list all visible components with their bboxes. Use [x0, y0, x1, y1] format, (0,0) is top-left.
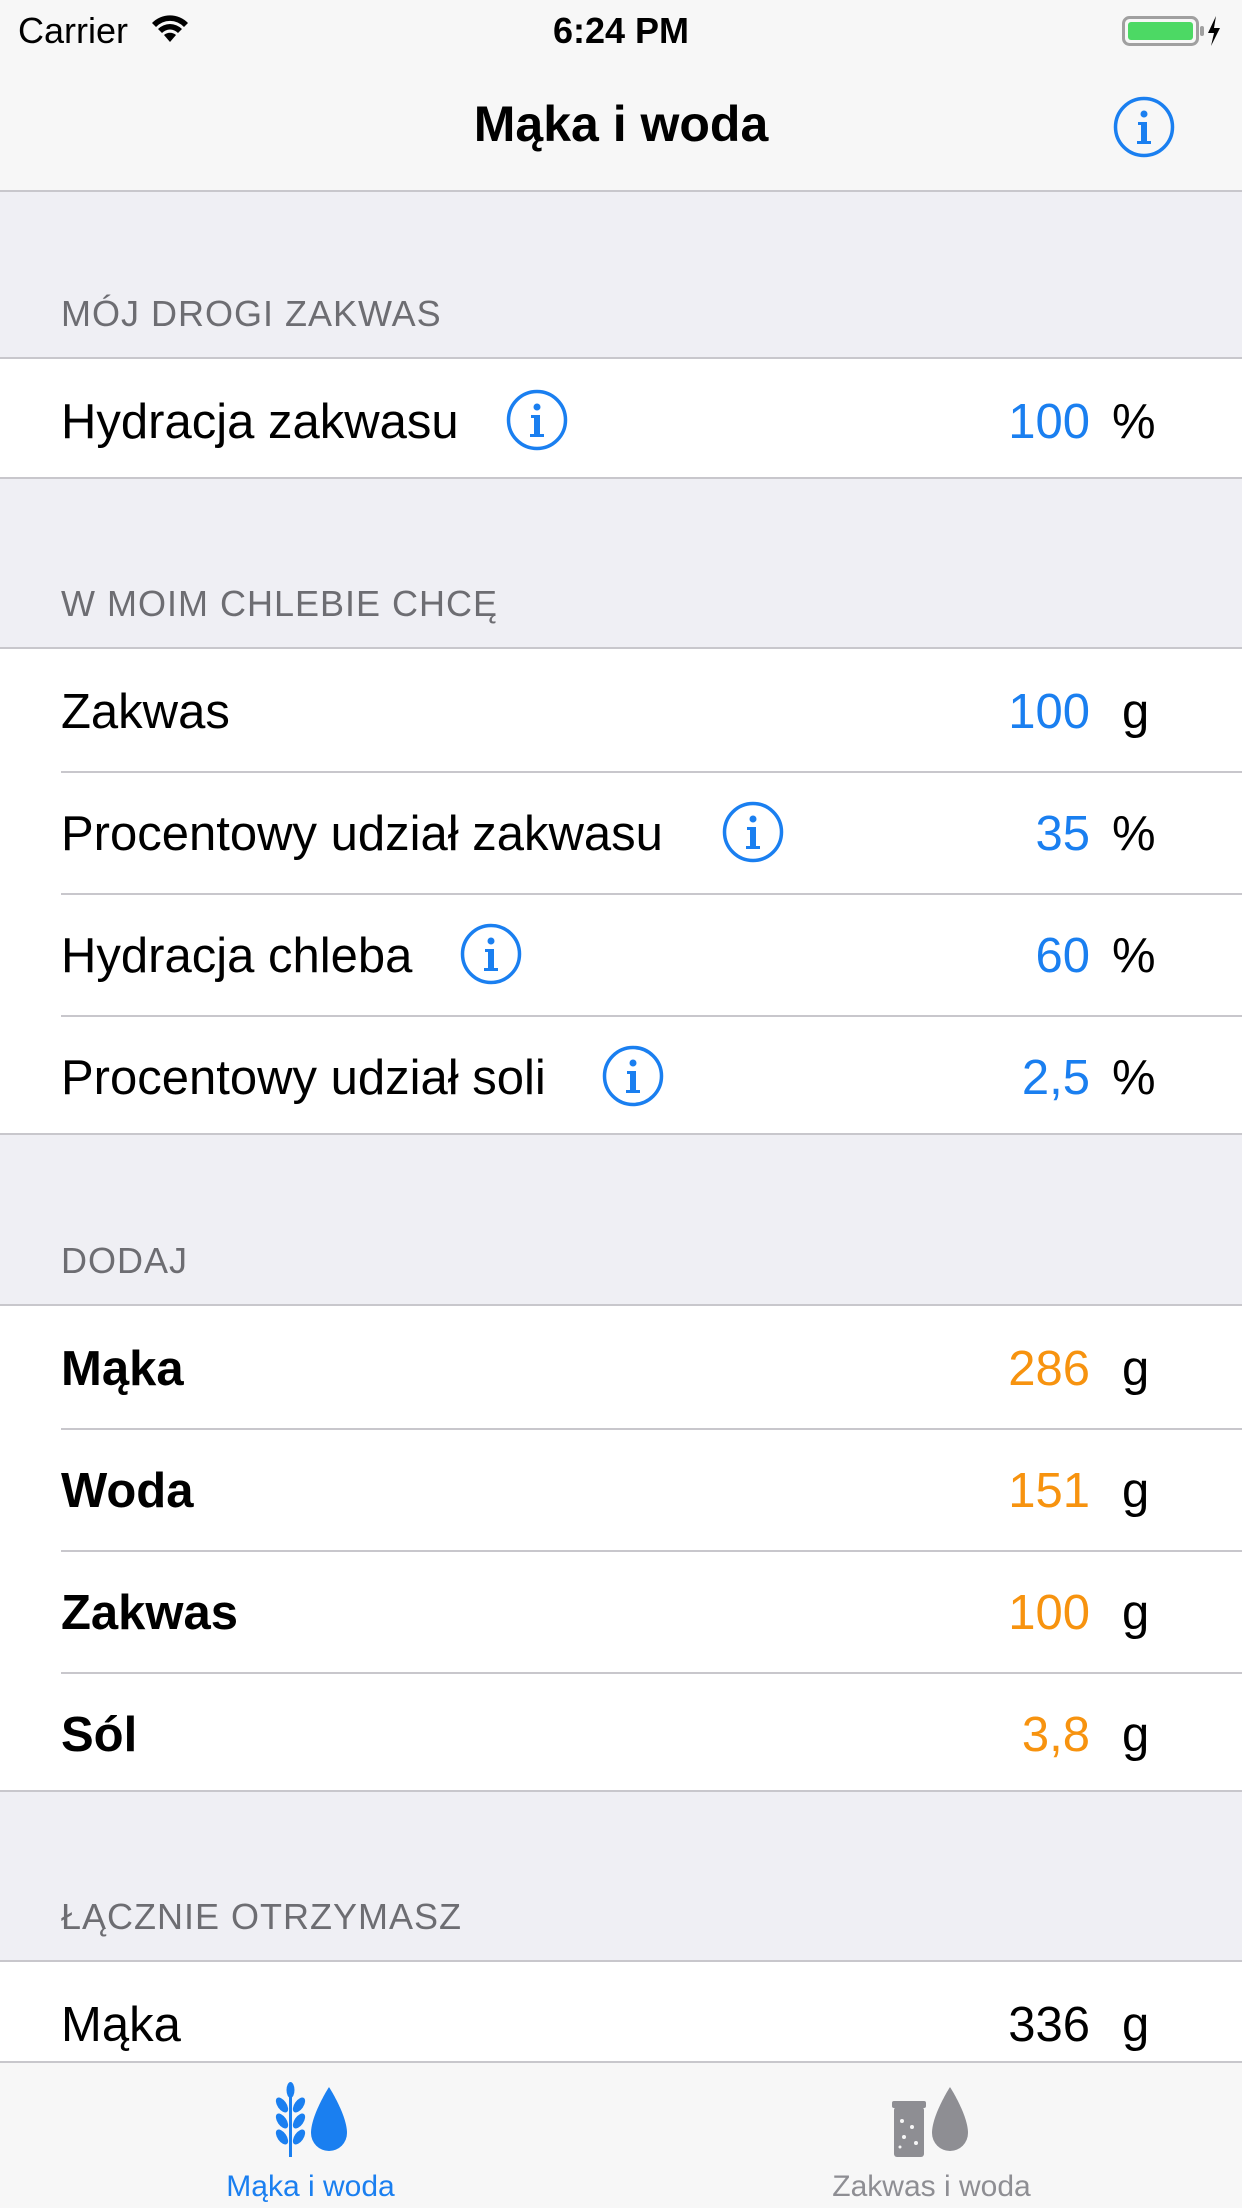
starter-group: Hydracja zakwasu 100 % — [0, 357, 1242, 479]
page-title: Mąka i woda — [473, 96, 769, 152]
row-value: 3,8 — [1021, 1708, 1090, 1762]
row-value: 336 — [1008, 1998, 1090, 2052]
section-header-total: ŁĄCZNIE OTRZYMASZ — [61, 1896, 463, 1937]
row-label: Procentowy udział soli — [61, 1051, 546, 1105]
tab-starter-water[interactable]: Zakwas i woda — [621, 2063, 1242, 2208]
row-label: Hydracja chleba — [61, 929, 413, 983]
row-label: Zakwas — [61, 685, 230, 739]
tab-bar: Mąka i woda Zakwas i woda — [0, 2061, 1242, 2208]
status-bar: Carrier 6:24 PM — [0, 0, 1242, 60]
row-value-input[interactable]: 100 — [1008, 395, 1090, 449]
tab-label: Zakwas i woda — [832, 2170, 1031, 2203]
row-value-input[interactable]: 35 — [1035, 807, 1090, 861]
row-value-input[interactable]: 2,5 — [1022, 1051, 1090, 1105]
row-add-salt: Sól 3,8 g — [0, 1672, 1242, 1794]
row-label: Zakwas — [61, 1586, 239, 1640]
jar-water-icon — [891, 2087, 968, 2157]
row-unit: % — [1112, 929, 1156, 983]
tab-flour-water[interactable]: Mąka i woda — [0, 2063, 621, 2208]
row-value-input[interactable]: 100 — [1008, 685, 1090, 739]
bread-group: Zakwas 100 g Procentowy udział zakwasu 3… — [0, 647, 1242, 1135]
row-starter-percentage[interactable]: Procentowy udział zakwasu 35 % — [0, 771, 1242, 893]
row-unit: % — [1112, 395, 1156, 449]
info-icon[interactable] — [1113, 96, 1175, 158]
section-header-add: DODAJ — [61, 1240, 189, 1281]
add-group: Mąka 286 g Woda 151 g Zakwas 100 g Sól 3… — [0, 1304, 1242, 1792]
row-starter-amount[interactable]: Zakwas 100 g — [0, 649, 1242, 771]
battery-charging-icon — [1122, 16, 1220, 46]
row-unit: g — [1122, 685, 1150, 739]
row-salt-percentage[interactable]: Procentowy udział soli 2,5 % — [0, 1015, 1242, 1137]
status-time: 6:24 PM — [552, 10, 690, 51]
row-label: Sól — [61, 1708, 138, 1762]
row-label: Procentowy udział zakwasu — [61, 807, 663, 861]
section-header-bread: W MOIM CHLEBIE CHCĘ — [61, 583, 499, 624]
row-unit: g — [1122, 1708, 1150, 1762]
wheat-water-icon — [275, 2082, 347, 2157]
info-icon[interactable] — [460, 923, 522, 985]
row-value: 286 — [1008, 1342, 1090, 1396]
info-icon[interactable] — [722, 801, 784, 863]
row-bread-hydration[interactable]: Hydracja chleba 60 % — [0, 893, 1242, 1015]
row-unit: % — [1112, 1051, 1156, 1105]
row-starter-hydration[interactable]: Hydracja zakwasu 100 % — [0, 359, 1242, 481]
row-unit: g — [1122, 1586, 1150, 1640]
row-unit: g — [1122, 1998, 1150, 2052]
row-value-input[interactable]: 60 — [1035, 929, 1090, 983]
row-unit: % — [1112, 807, 1156, 861]
row-label: Woda — [61, 1464, 194, 1518]
row-add-flour: Mąka 286 g — [0, 1306, 1242, 1428]
row-unit: g — [1122, 1342, 1150, 1396]
row-label: Mąka — [61, 1998, 181, 2052]
row-label: Mąka — [61, 1342, 184, 1396]
info-icon[interactable] — [602, 1045, 664, 1107]
row-value: 151 — [1008, 1464, 1090, 1518]
row-value: 100 — [1008, 1586, 1090, 1640]
row-add-water: Woda 151 g — [0, 1428, 1242, 1550]
navigation-bar: Mąka i woda — [0, 60, 1242, 192]
row-unit: g — [1122, 1464, 1150, 1518]
tab-label: Mąka i woda — [226, 2170, 395, 2203]
row-add-starter: Zakwas 100 g — [0, 1550, 1242, 1672]
info-icon[interactable] — [506, 389, 568, 451]
row-label: Hydracja zakwasu — [61, 395, 459, 449]
section-header-starter: MÓJ DROGI ZAKWAS — [61, 293, 442, 334]
